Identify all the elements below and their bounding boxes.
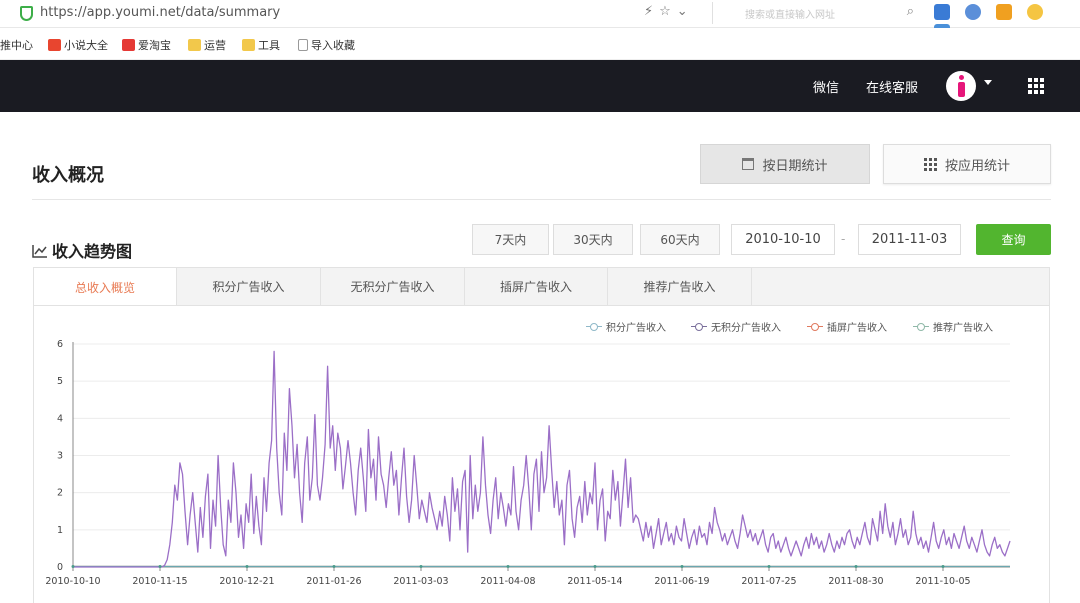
x-tick-label: 2011-10-05 (915, 576, 970, 587)
y-tick-label: 4 (57, 413, 63, 424)
baseline-point (767, 565, 771, 568)
y-tick-label: 5 (57, 376, 63, 387)
baseline-point (332, 565, 336, 568)
baseline-point (941, 565, 945, 568)
y-tick-label: 0 (57, 562, 63, 573)
x-tick-label: 2010-10-10 (45, 576, 100, 587)
revenue-trend-chart: 0 1 2 3 4 5 6 2010-10-10 2010-11-15 2010-12-21 201… (45, 339, 1011, 587)
baseline-point (158, 565, 162, 568)
baseline-point (71, 565, 75, 568)
x-tick-label: 2011-06-19 (654, 576, 709, 587)
x-tick-label: 2010-12-21 (219, 576, 274, 587)
x-tick-label: 2011-01-26 (306, 576, 361, 587)
baseline-point (245, 565, 249, 568)
baseline-point (419, 565, 423, 568)
y-tick-label: 2 (57, 488, 63, 499)
y-tick-label: 3 (57, 451, 63, 462)
series-line (73, 350, 1011, 568)
x-tick-label: 2011-08-30 (828, 576, 883, 587)
x-tick-label: 2011-03-03 (393, 576, 448, 587)
y-tick-label: 6 (57, 339, 63, 350)
baseline-point (506, 565, 510, 568)
baseline-point (593, 565, 597, 568)
y-tick-label: 1 (57, 525, 63, 536)
x-tick-label: 2011-07-25 (741, 576, 796, 587)
x-tick-label: 2010-11-15 (132, 576, 187, 587)
baseline-point (680, 565, 684, 568)
baseline-point (854, 565, 858, 568)
x-tick-label: 2011-04-08 (480, 576, 535, 587)
x-tick-label: 2011-05-14 (567, 576, 622, 587)
